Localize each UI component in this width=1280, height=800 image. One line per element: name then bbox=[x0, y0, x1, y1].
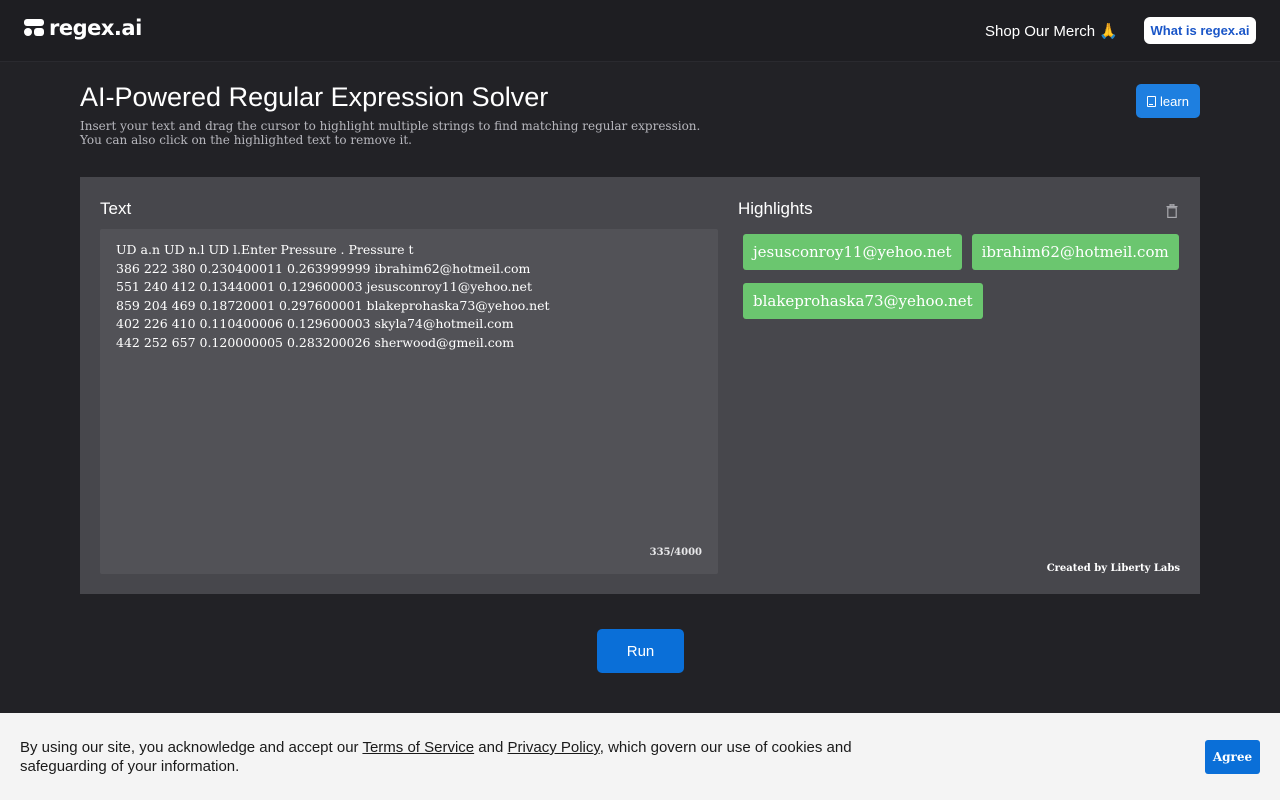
trash-icon[interactable] bbox=[1166, 204, 1178, 218]
highlight-chip[interactable]: blakeprohaska73@yehoo.net bbox=[743, 283, 983, 319]
page-subtitle: Insert your text and drag the cursor to … bbox=[80, 119, 700, 147]
editor-panel: Text UD a.n UD n.l UD l.Enter Pressure .… bbox=[80, 177, 1200, 594]
character-count: 335/4000 bbox=[649, 547, 702, 558]
top-nav: regex.ai Shop Our Merch 🙏 What is regex.… bbox=[0, 0, 1280, 62]
run-button[interactable]: Run bbox=[597, 629, 684, 673]
text-heading: Text bbox=[100, 199, 132, 218]
cookie-text-before: By using our site, you acknowledge and a… bbox=[20, 739, 363, 756]
subtitle-line: You can also click on the highlighted te… bbox=[80, 133, 412, 147]
logo-icon bbox=[24, 17, 44, 39]
highlight-chip[interactable]: jesusconroy11@yehoo.net bbox=[743, 234, 962, 270]
logo[interactable]: regex.ai bbox=[24, 16, 142, 40]
page-title: AI-Powered Regular Expression Solver bbox=[80, 82, 549, 112]
logo-text: regex.ai bbox=[49, 16, 142, 40]
subtitle-line: Insert your text and drag the cursor to … bbox=[80, 119, 701, 133]
book-icon bbox=[1147, 95, 1157, 107]
agree-button[interactable]: Agree bbox=[1205, 740, 1260, 774]
privacy-policy-link[interactable]: Privacy Policy bbox=[508, 739, 600, 756]
shop-merch-link[interactable]: Shop Our Merch 🙏 bbox=[985, 22, 1118, 40]
learn-label: learn bbox=[1160, 93, 1189, 109]
credit-text: Created by Liberty Labs bbox=[1046, 563, 1180, 574]
cookie-banner: By using our site, you acknowledge and a… bbox=[0, 713, 1280, 800]
learn-button[interactable]: learn bbox=[1136, 84, 1200, 118]
highlight-chips: jesusconroy11@yehoo.net ibrahim62@hotmei… bbox=[743, 234, 1183, 319]
text-input-area[interactable]: UD a.n UD n.l UD l.Enter Pressure . Pres… bbox=[100, 229, 718, 574]
highlights-heading: Highlights bbox=[738, 199, 813, 218]
terms-of-service-link[interactable]: Terms of Service bbox=[362, 739, 474, 756]
what-is-regex-button[interactable]: What is regex.ai bbox=[1144, 17, 1256, 44]
highlight-chip[interactable]: ibrahim62@hotmeil.com bbox=[971, 234, 1179, 270]
cookie-text-middle: and bbox=[474, 739, 508, 756]
cookie-message: By using our site, you acknowledge and a… bbox=[20, 738, 860, 776]
text-content[interactable]: UD a.n UD n.l UD l.Enter Pressure . Pres… bbox=[116, 241, 702, 353]
